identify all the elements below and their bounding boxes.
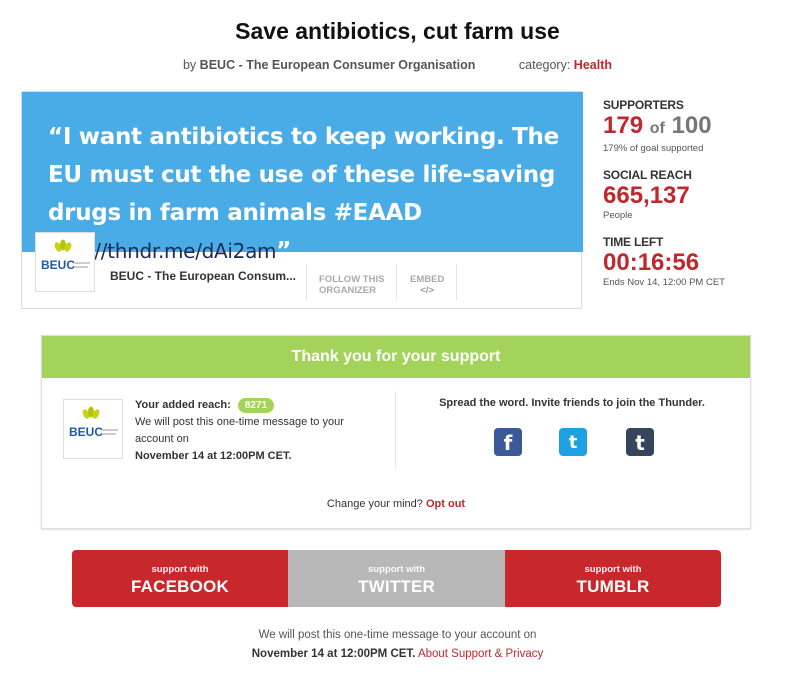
divider	[396, 264, 397, 300]
user-avatar-logo: BEUC	[63, 399, 123, 459]
organizer-name[interactable]: BEUC - The European Consum...	[110, 269, 296, 283]
change-mind-text: Change your mind?	[326, 498, 423, 510]
by-label: by	[182, 58, 197, 72]
follow-organizer-button[interactable]: FOLLOW THIS ORGANIZER	[319, 274, 384, 296]
svg-text:BEUC: BEUC	[41, 258, 75, 272]
footer-line1: We will post this one-time message to yo…	[258, 629, 537, 641]
facebook-share-icon[interactable]: f	[494, 428, 522, 456]
quote-card: “I want antibiotics to keep working. The…	[21, 91, 583, 309]
social-reach-label: SOCIAL REACH	[603, 168, 692, 182]
support-tumblr-button[interactable]: support with TUMBLR	[505, 550, 721, 607]
change-mind: Change your mind? Opt out	[42, 498, 750, 510]
end-date: Ends Nov 14, 12:00 PM CET	[603, 277, 725, 288]
countdown-timer: 00:16:56	[603, 249, 700, 276]
support-facebook-button[interactable]: support with FACEBOOK	[72, 550, 288, 607]
footer-note: We will post this one-time message to yo…	[0, 626, 795, 664]
category-label: category:	[518, 58, 571, 72]
thank-you-heading: Thank you for your support	[42, 336, 750, 378]
twitter-share-icon[interactable]: t	[559, 428, 587, 456]
footer-date: November 14 at 12:00PM CET.	[251, 648, 416, 660]
code-icon: </>	[420, 285, 435, 296]
social-reach-count: 665,137	[603, 182, 690, 209]
thank-you-panel: Thank you for your support BEUC Your add…	[41, 335, 751, 529]
post-message-date: November 14 at 12:00PM CET.	[135, 450, 292, 462]
goal-progress-text: 179% of goal supported	[603, 143, 704, 154]
byline: by BEUC - The European Consumer Organisa…	[0, 58, 795, 72]
opt-out-link[interactable]: Opt out	[426, 498, 465, 510]
campaign-quote: “I want antibiotics to keep working. The…	[22, 92, 583, 264]
spread-the-word: Spread the word. Invite friends to join …	[439, 397, 705, 409]
time-left-label: TIME LEFT	[603, 235, 664, 249]
page-title: Save antibiotics, cut farm use	[235, 18, 560, 44]
organizer-link[interactable]: BEUC - The European Consumer Organisatio…	[200, 58, 476, 72]
quote-text: “I want antibiotics to keep working. The…	[48, 124, 559, 226]
divider	[306, 264, 307, 300]
campaign-stats: SUPPORTERS 179 of 100 179% of goal suppo…	[603, 98, 783, 288]
added-reach-info: Your added reach: 8271 We will post this…	[135, 397, 385, 465]
added-reach-label: Your added reach:	[135, 399, 231, 411]
divider	[456, 264, 457, 300]
supporters-label: SUPPORTERS	[603, 98, 684, 112]
beuc-logo-icon: BEUC	[41, 239, 90, 272]
social-reach-unit: People	[603, 210, 633, 221]
privacy-link[interactable]: About Support & Privacy	[418, 648, 543, 660]
supporters-count: 179 of 100	[603, 112, 712, 139]
added-reach-badge: 8271	[237, 398, 275, 413]
svg-text:BEUC: BEUC	[69, 425, 103, 439]
embed-button[interactable]: EMBED </>	[410, 274, 444, 296]
organizer-logo[interactable]: BEUC	[35, 232, 95, 292]
beuc-logo-icon: BEUC	[69, 406, 118, 439]
divider	[395, 391, 396, 467]
category-link[interactable]: Health	[574, 58, 612, 72]
support-twitter-button[interactable]: support with TWITTER	[288, 550, 505, 607]
post-message-line1: We will post this one-time message to yo…	[135, 416, 344, 428]
quote-close: ”	[276, 238, 292, 264]
post-message-line2: account on	[135, 433, 189, 445]
tumblr-share-icon[interactable]: t	[626, 428, 654, 456]
